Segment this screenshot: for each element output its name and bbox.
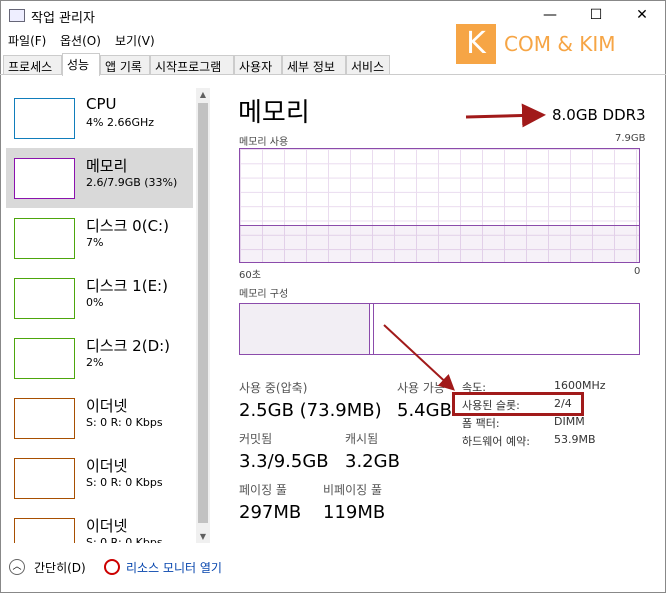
menu-view[interactable]: 보기(V) xyxy=(115,32,155,49)
page-title: 메모리 xyxy=(238,98,310,128)
composition-label: 메모리 구성 xyxy=(239,289,289,300)
sidebar-item-name: 이더넷 xyxy=(86,517,128,535)
highlight-box xyxy=(452,392,584,416)
detail-value: DIMM xyxy=(554,415,585,428)
thumbnail-graph xyxy=(14,218,75,259)
detail-value: 1600MHz xyxy=(554,379,606,392)
usage-fill xyxy=(240,224,639,262)
thumbnail-graph xyxy=(14,518,75,543)
sidebar-item-sub: 4% 2.66GHz xyxy=(86,116,155,129)
nonpaged-pool-label: 비페이징 풀 xyxy=(323,483,383,497)
time-left-label: 60초 xyxy=(239,270,261,281)
tab-processes[interactable]: 프로세스 xyxy=(3,55,62,75)
thumbnail-graph xyxy=(14,158,75,199)
tab-users[interactable]: 사용자 xyxy=(234,55,282,75)
chevron-up-icon[interactable]: ︿ xyxy=(9,559,25,575)
cached-label: 캐시됨 xyxy=(345,432,379,446)
memory-spec: 8.0GB DDR3 xyxy=(552,106,646,124)
task-manager-icon xyxy=(9,9,25,22)
sidebar-item-sub: 0% xyxy=(86,296,104,309)
thumbnail-graph xyxy=(14,398,75,439)
scrollbar-thumb[interactable] xyxy=(198,103,208,523)
close-button[interactable]: ✕ xyxy=(622,4,662,26)
sidebar-item-name: 디스크 0(C:) xyxy=(86,217,169,235)
tab-performance[interactable]: 성능 xyxy=(62,53,100,76)
menu-file[interactable]: 파일(F) xyxy=(8,32,46,49)
modified-segment xyxy=(373,304,374,354)
sidebar-item-sub: S: 0 R: 0 Kbps xyxy=(86,476,163,489)
sidebar-item-name: 디스크 1(E:) xyxy=(86,277,168,295)
sidebar-item[interactable]: 디스크 1(E:) 0% xyxy=(6,268,193,328)
menu-options[interactable]: 옵션(O) xyxy=(60,32,101,49)
in-use-value: 2.5GB (73.9MB) xyxy=(239,400,382,421)
time-right-label: 0 xyxy=(634,266,641,277)
sidebar-item[interactable]: 이더넷 S: 0 R: 0 Kbps xyxy=(6,508,193,543)
minimize-button[interactable]: — xyxy=(530,4,570,26)
sidebar-item-sub: 2.6/7.9GB (33%) xyxy=(86,176,178,189)
memory-usage-graph xyxy=(239,148,640,263)
sidebar-item[interactable]: 디스크 0(C:) 7% xyxy=(6,208,193,268)
paged-pool-value: 297MB xyxy=(239,502,302,523)
thumbnail-graph xyxy=(14,338,75,379)
sidebar-item-name: 디스크 2(D:) xyxy=(86,337,171,355)
tab-services[interactable]: 서비스 xyxy=(346,55,390,75)
sidebar-item-name: 메모리 xyxy=(86,157,128,175)
tab-details[interactable]: 세부 정보 xyxy=(282,55,346,75)
resource-monitor-icon xyxy=(104,559,120,575)
in-use-segment xyxy=(240,304,370,354)
scroll-up-arrow[interactable]: ▲ xyxy=(196,90,210,99)
committed-value: 3.3/9.5GB xyxy=(239,451,329,472)
fewer-details-link[interactable]: 간단히(D) xyxy=(34,559,86,576)
memory-composition-bar xyxy=(239,303,640,355)
detail-label: 폼 팩터: xyxy=(462,417,500,430)
available-label: 사용 가능 xyxy=(397,381,445,395)
sidebar-item[interactable]: 이더넷 S: 0 R: 0 Kbps xyxy=(6,448,193,508)
usage-max: 7.9GB xyxy=(615,133,646,144)
tab-bar: 프로세스 성능 앱 기록 시작프로그램 사용자 세부 정보 서비스 xyxy=(0,53,666,76)
sidebar-item[interactable]: 메모리 2.6/7.9GB (33%) xyxy=(6,148,193,208)
maximize-button[interactable]: ☐ xyxy=(576,4,616,26)
open-resource-monitor-link[interactable]: 리소스 모니터 열기 xyxy=(126,559,222,576)
cached-value: 3.2GB xyxy=(345,451,400,472)
thumbnail-graph xyxy=(14,458,75,499)
thumbnail-graph xyxy=(14,278,75,319)
committed-label: 커밋됨 xyxy=(239,432,273,446)
sidebar-item-name: 이더넷 xyxy=(86,457,128,475)
sidebar-item-sub: S: 0 R: 0 Kbps xyxy=(86,416,163,429)
tab-app-history[interactable]: 앱 기록 xyxy=(100,55,150,75)
nonpaged-pool-value: 119MB xyxy=(323,502,386,523)
usage-label: 메모리 사용 xyxy=(239,137,289,148)
scroll-down-arrow[interactable]: ▼ xyxy=(196,532,210,541)
in-use-label: 사용 중(압축) xyxy=(239,381,308,395)
paged-pool-label: 페이징 풀 xyxy=(239,483,287,497)
detail-label: 하드웨어 예약: xyxy=(462,435,530,448)
available-value: 5.4GB xyxy=(397,400,452,421)
sidebar-item-sub: 7% xyxy=(86,236,104,249)
sidebar-item[interactable]: 이더넷 S: 0 R: 0 Kbps xyxy=(6,388,193,448)
tab-startup[interactable]: 시작프로그램 xyxy=(150,55,234,75)
detail-value: 53.9MB xyxy=(554,433,596,446)
sidebar-item-name: 이더넷 xyxy=(86,397,128,415)
resource-list: CPU 4% 2.66GHz 메모리 2.6/7.9GB (33%) 디스크 0(C:)… xyxy=(6,88,193,543)
footer: ︿ 간단히(D) 리소스 모니터 열기 xyxy=(0,553,666,583)
sidebar-item[interactable]: 디스크 2(D:) 2% xyxy=(6,328,193,388)
sidebar-item-sub: S: 0 R: 0 Kbps xyxy=(86,536,163,543)
sidebar-item-sub: 2% xyxy=(86,356,104,369)
sidebar-item[interactable]: CPU 4% 2.66GHz xyxy=(6,88,193,148)
window-title: 작업 관리자 xyxy=(31,11,95,26)
thumbnail-graph xyxy=(14,98,75,139)
sidebar-scrollbar[interactable]: ▲ ▼ xyxy=(196,88,210,543)
sidebar-item-name: CPU xyxy=(86,95,117,113)
